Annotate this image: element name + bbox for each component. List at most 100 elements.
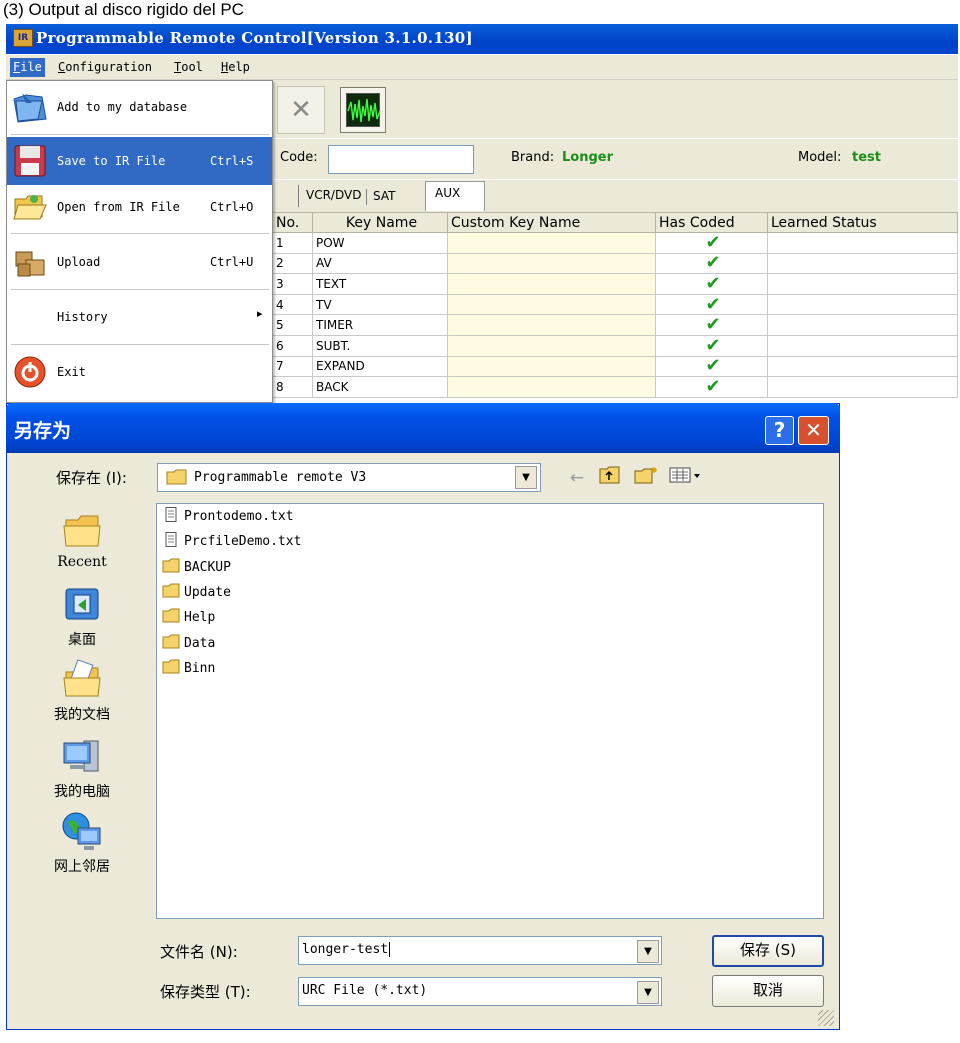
cell-custom-key-name[interactable] xyxy=(447,273,656,295)
place-network[interactable]: 网上邻居 xyxy=(20,810,144,876)
menu-item-exit[interactable]: Exit xyxy=(7,348,272,396)
save-button[interactable]: 保存 (S) xyxy=(712,935,824,967)
menu-item-open-from-ir-file[interactable]: Open from IR File Ctrl+O xyxy=(7,183,272,231)
file-name: BACKUP xyxy=(184,559,231,575)
cell-key-name: TEXT xyxy=(312,273,448,295)
folder-arrow-icon xyxy=(12,89,48,125)
cell-custom-key-name[interactable] xyxy=(447,334,656,357)
save-in-value: Programmable remote V3 xyxy=(194,470,367,485)
menu-separator xyxy=(11,344,269,345)
open-folder-icon xyxy=(12,189,48,225)
menu-separator xyxy=(11,134,269,135)
close-button[interactable]: ✕ xyxy=(798,416,829,445)
cancel-button[interactable]: 取消 xyxy=(712,975,824,1007)
documents-folder-icon xyxy=(60,658,104,702)
file-list-item[interactable]: Data xyxy=(162,633,215,655)
save-in-label: 保存在 (I): xyxy=(56,469,127,487)
cell-custom-key-name[interactable] xyxy=(447,293,656,316)
submenu-arrow-icon: ▸ xyxy=(257,307,263,320)
chevron-down-icon[interactable]: ▼ xyxy=(515,466,537,489)
tab-vcr-dvd[interactable]: VCR/DVD xyxy=(306,188,361,202)
col-header-no[interactable]: No. xyxy=(272,212,313,233)
waveform-button[interactable] xyxy=(340,87,386,133)
text-cursor xyxy=(389,942,391,957)
back-arrow-icon[interactable]: ← xyxy=(566,466,588,490)
cell-learned-status xyxy=(767,376,958,398)
col-header-key-name[interactable]: Key Name xyxy=(312,212,448,233)
cell-key-name: POW xyxy=(312,232,448,254)
menu-separator xyxy=(11,233,269,234)
file-list[interactable] xyxy=(156,503,824,919)
tab-aux[interactable]: AUX xyxy=(435,186,460,200)
new-folder-icon[interactable] xyxy=(633,466,659,490)
resize-grip[interactable] xyxy=(818,1010,834,1026)
col-header-custom-key-name[interactable]: Custom Key Name xyxy=(447,212,656,233)
menu-item-upload[interactable]: Upload Ctrl+U xyxy=(7,238,272,286)
menu-help[interactable]: Help xyxy=(221,60,250,74)
cell-no: 8 xyxy=(272,376,313,398)
menu-file[interactable]: File xyxy=(10,58,45,77)
col-header-learned-status[interactable]: Learned Status xyxy=(767,212,958,233)
place-my-computer[interactable]: 我的电脑 xyxy=(20,735,144,801)
cell-custom-key-name[interactable] xyxy=(447,232,656,254)
file-list-item[interactable]: Binn xyxy=(162,658,215,680)
place-recent[interactable]: Recent xyxy=(20,508,144,570)
table-row[interactable]: 8 BACK ✔ xyxy=(272,376,958,398)
menu-configuration[interactable]: Configuration xyxy=(58,60,152,74)
cell-custom-key-name[interactable] xyxy=(447,376,656,398)
cell-custom-key-name[interactable] xyxy=(447,314,656,336)
table-row[interactable]: 6 SUBT. ✔ xyxy=(272,334,958,357)
menu-item-label: Save to IR File xyxy=(57,154,166,168)
place-desktop[interactable]: 桌面 xyxy=(20,583,144,649)
table-header-row: No. Key Name Custom Key Name Has Coded L… xyxy=(272,212,958,233)
place-my-documents[interactable]: 我的文档 xyxy=(20,658,144,724)
cell-key-name: TIMER xyxy=(312,314,448,336)
chevron-down-icon[interactable]: ▼ xyxy=(637,981,659,1004)
code-input[interactable] xyxy=(328,145,474,174)
table-row[interactable]: 1 POW ✔ xyxy=(272,232,958,254)
floppy-disk-icon xyxy=(12,143,48,179)
menu-tool[interactable]: Tool xyxy=(174,60,203,74)
folder-icon xyxy=(162,583,180,598)
menu-item-shortcut: Ctrl+S xyxy=(210,154,254,168)
cell-custom-key-name[interactable] xyxy=(447,252,656,275)
menu-separator xyxy=(11,289,269,290)
chevron-down-icon[interactable]: ▼ xyxy=(637,940,659,963)
delete-button[interactable]: ✕ xyxy=(277,86,325,134)
cell-key-name: BACK xyxy=(312,376,448,398)
file-list-item[interactable]: Help xyxy=(162,607,215,629)
filename-text: longer-test xyxy=(302,942,389,957)
table-row[interactable]: 2 AV ✔ xyxy=(272,252,958,275)
view-menu-icon[interactable] xyxy=(668,466,704,490)
menu-item-history[interactable]: History ▸ xyxy=(7,293,272,341)
place-label: 桌面 xyxy=(68,632,96,648)
file-list-item[interactable]: PrcfileDemo.txt xyxy=(162,531,301,553)
has-coded-check-icon: ✔ xyxy=(655,252,768,275)
cell-no: 1 xyxy=(272,232,313,254)
app-titlebar: IR Programmable Remote Control[Version 3… xyxy=(6,24,958,54)
menu-item-add-to-database[interactable]: Add to my database xyxy=(7,83,272,131)
place-label: 网上邻居 xyxy=(54,859,110,875)
menu-configuration-label: onfiguration xyxy=(65,60,152,74)
menu-help-label: elp xyxy=(228,60,250,74)
cell-custom-key-name[interactable] xyxy=(447,355,656,378)
folder-icon xyxy=(166,469,188,485)
table-row[interactable]: 7 EXPAND ✔ xyxy=(272,355,958,378)
col-header-has-coded[interactable]: Has Coded xyxy=(655,212,768,233)
code-label: Code: xyxy=(280,150,318,165)
menu-item-label: Upload xyxy=(57,255,101,269)
help-button[interactable]: ? xyxy=(765,416,794,445)
table-row[interactable]: 5 TIMER ✔ xyxy=(272,314,958,336)
menu-item-save-to-ir-file[interactable]: Save to IR File Ctrl+S xyxy=(7,137,272,185)
menu-item-shortcut: Ctrl+U xyxy=(210,255,254,269)
tab-sat[interactable]: SAT xyxy=(366,189,395,205)
brand-value: Longer xyxy=(562,150,614,165)
table-row[interactable]: 3 TEXT ✔ xyxy=(272,273,958,295)
up-folder-icon[interactable] xyxy=(598,466,622,490)
file-list-item[interactable]: Update xyxy=(162,582,231,604)
has-coded-check-icon: ✔ xyxy=(655,273,768,295)
file-list-item[interactable]: Prontodemo.txt xyxy=(162,506,294,528)
file-list-item[interactable]: BACKUP xyxy=(162,557,231,579)
filetype-label: 保存类型 (T): xyxy=(160,983,251,1001)
table-row[interactable]: 4 TV ✔ xyxy=(272,293,958,316)
